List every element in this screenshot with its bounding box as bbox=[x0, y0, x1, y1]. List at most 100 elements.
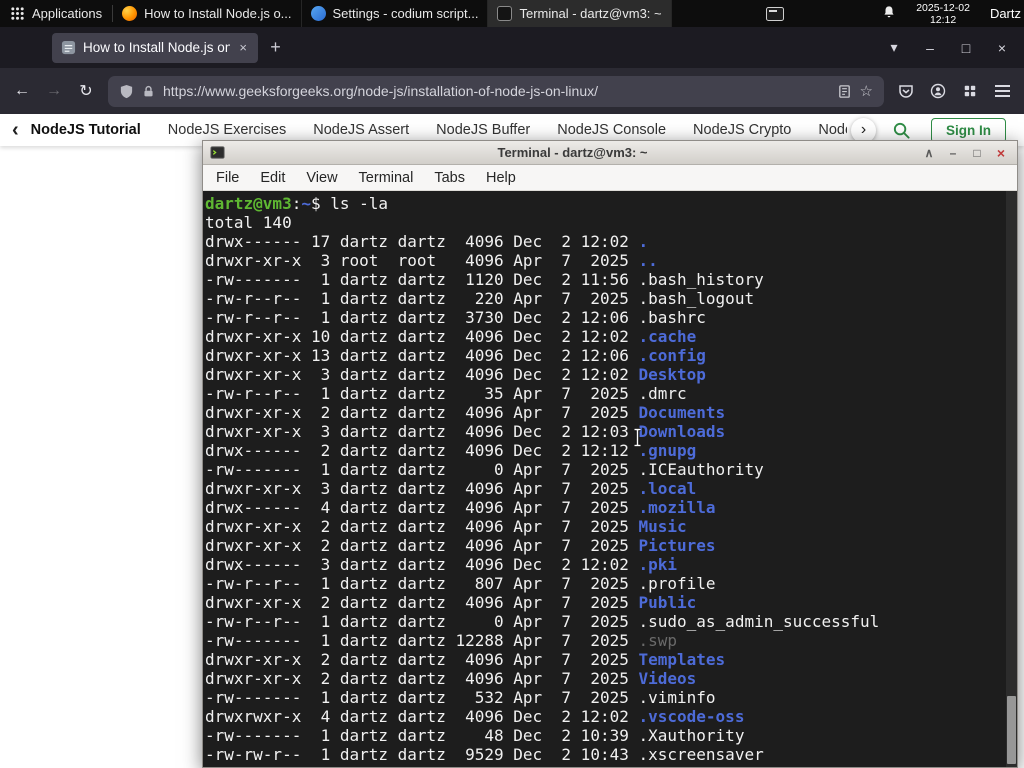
tray-terminal-icon[interactable] bbox=[766, 6, 785, 21]
terminal-line: -rw-r--r-- 1 dartz dartz 35 Apr 7 2025 .… bbox=[205, 384, 1015, 403]
site-nav-link[interactable]: NodeJS Assert bbox=[313, 122, 409, 138]
file-metadata: drwxr-xr-x 2 dartz dartz 4096 Apr 7 2025 bbox=[205, 650, 639, 669]
taskbar-window-button[interactable]: Settings - codium script... bbox=[302, 0, 489, 27]
window-minimize-button[interactable]: – bbox=[914, 33, 946, 63]
terminal-line: drwxr-xr-x 13 dartz dartz 4096 Dec 2 12:… bbox=[205, 346, 1015, 365]
file-metadata: drwxr-xr-x 13 dartz dartz 4096 Dec 2 12:… bbox=[205, 346, 639, 365]
taskbar: How to Install Node.js o... Settings - c… bbox=[113, 0, 672, 27]
terminal-scrollbar[interactable] bbox=[1006, 191, 1017, 767]
file-name: .sudo_as_admin_successful bbox=[638, 612, 880, 631]
clock-time: 12:12 bbox=[929, 13, 957, 26]
taskbar-window-button[interactable]: Terminal - dartz@vm3: ~ bbox=[488, 0, 672, 27]
terminal-menu-item[interactable]: Terminal bbox=[359, 170, 414, 186]
forward-button[interactable]: → bbox=[39, 76, 69, 106]
terminal-line: drwxr-xr-x 3 dartz dartz 4096 Apr 7 2025… bbox=[205, 479, 1015, 498]
terminal-menu-item[interactable]: Tabs bbox=[434, 170, 465, 186]
account-icon[interactable] bbox=[923, 76, 953, 106]
list-tabs-button[interactable]: ▾ bbox=[878, 33, 910, 63]
terminal-file-listing: drwx------ 17 dartz dartz 4096 Dec 2 12:… bbox=[205, 232, 1015, 764]
file-metadata: -rw------- 1 dartz dartz 12288 Apr 7 202… bbox=[205, 631, 639, 650]
file-name: .gnupg bbox=[638, 441, 697, 460]
notification-bell-icon[interactable] bbox=[882, 5, 896, 22]
site-nav-link[interactable]: NodeJS Crypto bbox=[693, 122, 791, 138]
terminal-line: -rw-r--r-- 1 dartz dartz 0 Apr 7 2025 .s… bbox=[205, 612, 1015, 631]
terminal-menu-item[interactable]: File bbox=[216, 170, 239, 186]
site-nav-link[interactable]: NodeJS DNS bbox=[818, 122, 847, 138]
site-nav-link[interactable]: NodeJS Exercises bbox=[168, 122, 286, 138]
terminal-menu-item[interactable]: View bbox=[306, 170, 337, 186]
terminal-line: drwxr-xr-x 2 dartz dartz 4096 Apr 7 2025… bbox=[205, 593, 1015, 612]
file-metadata: drwxr-xr-x 3 dartz dartz 4096 Dec 2 12:0… bbox=[205, 365, 639, 384]
terminal-window-icon[interactable] bbox=[210, 145, 225, 160]
file-metadata: -rw-r--r-- 1 dartz dartz 807 Apr 7 2025 bbox=[205, 574, 639, 593]
terminal-line: drwx------ 2 dartz dartz 4096 Dec 2 12:1… bbox=[205, 441, 1015, 460]
file-metadata: drwxr-xr-x 2 dartz dartz 4096 Apr 7 2025 bbox=[205, 517, 639, 536]
sign-in-button[interactable]: Sign In bbox=[931, 117, 1006, 143]
terminal-titlebar[interactable]: Terminal - dartz@vm3: ~ ∧ – □ × bbox=[203, 141, 1017, 165]
nav-scroll-left-icon[interactable]: ‹ bbox=[12, 120, 19, 140]
file-name: .profile bbox=[638, 574, 716, 593]
terminal-menu-item[interactable]: Edit bbox=[260, 170, 285, 186]
terminal-close-button[interactable]: × bbox=[992, 146, 1010, 160]
terminal-line: -rw------- 1 dartz dartz 0 Apr 7 2025 .I… bbox=[205, 460, 1015, 479]
file-name: Public bbox=[638, 593, 697, 612]
terminal-line: drwx------ 3 dartz dartz 4096 Dec 2 12:0… bbox=[205, 555, 1015, 574]
window-icon bbox=[497, 6, 513, 21]
file-metadata: drwxr-xr-x 3 dartz dartz 4096 Apr 7 2025 bbox=[205, 479, 639, 498]
window-close-button[interactable]: × bbox=[986, 33, 1018, 63]
prompt-path: ~ bbox=[301, 194, 311, 213]
tracking-shield-icon[interactable] bbox=[119, 84, 134, 99]
tab-close-icon[interactable]: × bbox=[237, 40, 249, 55]
terminal-line: -rw-rw-r-- 1 dartz dartz 9529 Dec 2 10:4… bbox=[205, 745, 1015, 764]
terminal-maximize-button[interactable]: □ bbox=[968, 147, 986, 159]
terminal-line: drwxr-xr-x 3 root root 4096 Apr 7 2025 .… bbox=[205, 251, 1015, 270]
terminal-screen[interactable]: dartz@vm3:~$ ls -la total 140 drwx------… bbox=[203, 191, 1017, 767]
panel-right: 2025-12-02 12:12 Dartz bbox=[766, 2, 1024, 26]
pocket-icon[interactable] bbox=[891, 76, 921, 106]
browser-toolbar: ← → ↻ https://www.geeksforgeeks.org/node… bbox=[0, 68, 1024, 114]
applications-menu-button[interactable]: Applications bbox=[0, 0, 112, 27]
search-icon[interactable] bbox=[892, 121, 911, 140]
file-name: .vscode-oss bbox=[638, 707, 745, 726]
file-metadata: drwx------ 3 dartz dartz 4096 Dec 2 12:0… bbox=[205, 555, 639, 574]
top-panel: Applications How to Install Node.js o...… bbox=[0, 0, 1024, 27]
terminal-line: drwxr-xr-x 2 dartz dartz 4096 Apr 7 2025… bbox=[205, 650, 1015, 669]
file-name: .. bbox=[638, 251, 658, 270]
prompt-symbol: $ bbox=[310, 194, 331, 213]
terminal-line: drwx------ 4 dartz dartz 4096 Apr 7 2025… bbox=[205, 498, 1015, 517]
file-name: .xscreensaver bbox=[638, 745, 764, 764]
site-nav-link[interactable]: NodeJS Buffer bbox=[436, 122, 530, 138]
file-name: .dmrc bbox=[638, 384, 687, 403]
reader-mode-icon[interactable] bbox=[837, 84, 852, 99]
file-metadata: drwx------ 4 dartz dartz 4096 Apr 7 2025 bbox=[205, 498, 639, 517]
window-maximize-button[interactable]: □ bbox=[950, 33, 982, 63]
refresh-button[interactable]: ↻ bbox=[71, 76, 101, 106]
url-text: https://www.geeksforgeeks.org/node-js/in… bbox=[163, 83, 598, 99]
terminal-line: -rw-r--r-- 1 dartz dartz 220 Apr 7 2025 … bbox=[205, 289, 1015, 308]
new-tab-button[interactable]: + bbox=[262, 34, 289, 61]
terminal-minimize-button[interactable]: – bbox=[944, 147, 962, 159]
nav-scroll-right-button[interactable]: › bbox=[851, 117, 876, 143]
panel-clock: 2025-12-02 12:12 bbox=[916, 2, 970, 26]
file-name: .viminfo bbox=[638, 688, 716, 707]
terminal-line: drwxrwxr-x 4 dartz dartz 4096 Dec 2 12:0… bbox=[205, 707, 1015, 726]
taskbar-window-button[interactable]: How to Install Node.js o... bbox=[113, 0, 302, 27]
file-metadata: -rw-r--r-- 1 dartz dartz 220 Apr 7 2025 bbox=[205, 289, 639, 308]
extensions-icon[interactable] bbox=[955, 76, 985, 106]
bookmark-star-icon[interactable]: ☆ bbox=[860, 82, 873, 100]
terminal-line: -rw-r--r-- 1 dartz dartz 3730 Dec 2 12:0… bbox=[205, 308, 1015, 327]
menu-hamburger-icon[interactable] bbox=[987, 76, 1017, 106]
file-metadata: -rw-rw-r-- 1 dartz dartz 9529 Dec 2 10:4… bbox=[205, 745, 639, 764]
file-name: .mozilla bbox=[638, 498, 716, 517]
url-bar[interactable]: https://www.geeksforgeeks.org/node-js/in… bbox=[108, 75, 884, 107]
back-button[interactable]: ← bbox=[7, 76, 37, 106]
scrollbar-thumb[interactable] bbox=[1007, 696, 1016, 764]
padlock-icon[interactable] bbox=[142, 85, 155, 98]
terminal-menu-item[interactable]: Help bbox=[486, 170, 516, 186]
terminal-shade-button[interactable]: ∧ bbox=[920, 147, 938, 159]
terminal-line: drwxr-xr-x 2 dartz dartz 4096 Apr 7 2025… bbox=[205, 403, 1015, 422]
site-nav-link[interactable]: NodeJS Console bbox=[557, 122, 666, 138]
site-nav-link[interactable]: NodeJS Tutorial bbox=[31, 122, 141, 138]
browser-tab[interactable]: How to Install Node.js on × bbox=[52, 32, 258, 63]
file-name: .Xauthority bbox=[638, 726, 745, 745]
